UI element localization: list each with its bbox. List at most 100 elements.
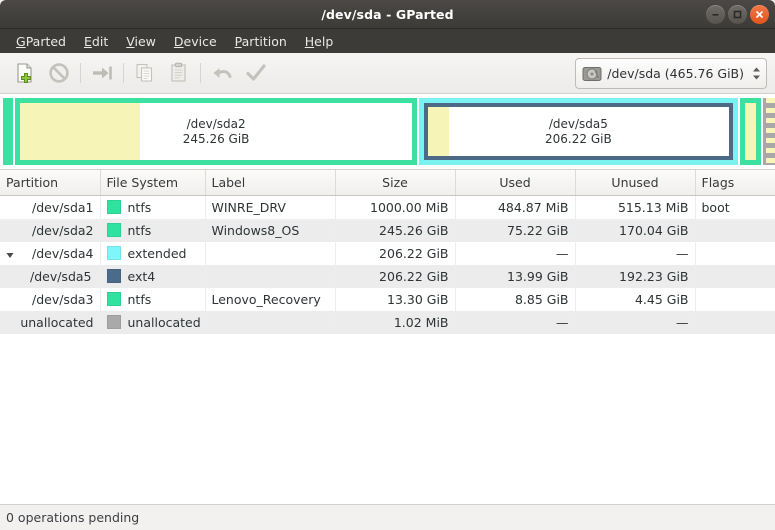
menu-help[interactable]: Help: [296, 31, 343, 52]
maximize-icon: [733, 10, 742, 18]
graphic-partition-sda2-inner: /dev/sda2 245.26 GiB: [20, 103, 413, 160]
row-label: [205, 310, 336, 334]
menu-gparted-mnemonic: G: [16, 33, 26, 49]
delete-partition-button[interactable]: [42, 58, 76, 88]
column-header-partition[interactable]: Partition: [0, 170, 101, 196]
spinner-up-icon: [753, 67, 760, 72]
row-size: 245.26 GiB: [335, 218, 456, 242]
menu-view-mnemonic: V: [126, 33, 135, 49]
row-filesystem-cell: unallocated: [100, 310, 206, 334]
new-partition-button[interactable]: [8, 58, 42, 88]
filesystem-color-swatch: [106, 246, 121, 260]
row-label: Lenovo_Recovery: [205, 287, 336, 311]
graphic-partition-sda3[interactable]: [739, 98, 762, 165]
menu-help-mnemonic: H: [304, 33, 315, 49]
paste-icon: [171, 62, 186, 82]
menu-view-label: iew: [134, 33, 156, 49]
row-label: WINRE_DRV: [205, 195, 336, 219]
filesystem-color-swatch: [106, 292, 121, 306]
graphic-partition-sda4-extended[interactable]: /dev/sda5 206.22 GiB: [419, 98, 738, 165]
row-flags: [695, 264, 775, 288]
row-size: 206.22 GiB: [335, 241, 456, 265]
device-spinner[interactable]: [749, 67, 761, 80]
row-size: 206.22 GiB: [335, 264, 456, 288]
graphic-sda2-unused: [140, 103, 413, 160]
apply-button[interactable]: [239, 58, 273, 88]
row-filesystem-cell: ntfs: [100, 195, 206, 219]
column-header-used[interactable]: Used: [455, 170, 576, 196]
row-label: [205, 264, 336, 288]
column-header-size[interactable]: Size: [335, 170, 456, 196]
copy-button[interactable]: [128, 58, 162, 88]
graphic-partition-sda5-inner: /dev/sda5 206.22 GiB: [428, 107, 729, 156]
row-used: 75.22 GiB: [455, 218, 576, 242]
column-header-unused[interactable]: Unused: [575, 170, 696, 196]
window-title: /dev/sda - GParted: [321, 6, 454, 22]
maximize-button[interactable]: [728, 4, 747, 24]
table-row[interactable]: /dev/sda5 ext4 206.22 GiB 13.99 GiB 192.…: [0, 264, 775, 288]
menu-partition[interactable]: Partition: [226, 31, 296, 52]
title-bar[interactable]: /dev/sda - GParted: [0, 0, 775, 29]
row-partition-text: /dev/sda4: [31, 245, 94, 261]
table-row[interactable]: /dev/sda2 ntfs Windows8_OS 245.26 GiB 75…: [0, 218, 775, 242]
status-bar: 0 operations pending: [0, 505, 775, 530]
filesystem-color-swatch: [106, 315, 121, 329]
table-row[interactable]: /dev/sda1 ntfs WINRE_DRV 1000.00 MiB 484…: [0, 195, 775, 219]
window-controls: [706, 0, 769, 28]
filesystem-color-swatch: [106, 200, 121, 214]
partition-table-header-row: Partition File System Label Size Used Un…: [0, 170, 775, 196]
menu-help-label: elp: [314, 33, 334, 49]
partition-table-body: /dev/sda1 ntfs WINRE_DRV 1000.00 MiB 484…: [0, 195, 775, 334]
row-filesystem-name: ntfs: [127, 222, 152, 238]
device-selector-label: /dev/sda (465.76 GiB): [607, 66, 744, 81]
close-button[interactable]: [750, 4, 769, 24]
graphic-partition-sda1[interactable]: [3, 98, 13, 165]
resize-move-button[interactable]: [85, 58, 119, 88]
row-partition-name: /dev/sda4: [0, 241, 101, 265]
row-flags: [695, 287, 775, 311]
graphic-partition-unallocated[interactable]: [763, 98, 775, 165]
column-header-filesystem[interactable]: File System: [100, 170, 206, 196]
filesystem-color-swatch: [106, 223, 121, 237]
column-header-flags[interactable]: Flags: [695, 170, 775, 196]
minimize-icon: [712, 13, 719, 16]
undo-button[interactable]: [205, 58, 239, 88]
row-size: 1000.00 MiB: [335, 195, 456, 219]
row-partition-name: unallocated: [0, 310, 101, 334]
row-flags: boot: [695, 195, 775, 219]
row-size: 13.30 GiB: [335, 287, 456, 311]
menu-gparted-label: Parted: [25, 33, 66, 49]
row-unused: 515.13 MiB: [575, 195, 696, 219]
apply-icon: [246, 64, 266, 81]
menu-device-label: evice: [183, 33, 217, 49]
row-partition-name: /dev/sda2: [0, 218, 101, 242]
device-selector[interactable]: /dev/sda (465.76 GiB): [575, 58, 767, 89]
menu-bar: GParted Edit View Device Partition Help: [0, 29, 775, 53]
table-row[interactable]: unallocated unallocated 1.02 MiB — —: [0, 310, 775, 334]
row-unused: —: [575, 241, 696, 265]
menu-gparted[interactable]: GParted: [7, 31, 75, 52]
row-used: 484.87 MiB: [455, 195, 576, 219]
table-row[interactable]: /dev/sda3 ntfs Lenovo_Recovery 13.30 GiB…: [0, 287, 775, 311]
menu-edit[interactable]: Edit: [75, 31, 117, 52]
menu-device[interactable]: Device: [165, 31, 226, 52]
graphic-partition-sda5[interactable]: /dev/sda5 206.22 GiB: [424, 103, 733, 160]
partition-graphic: /dev/sda2 245.26 GiB /dev/sda5 206.22 Gi…: [0, 94, 775, 170]
row-unused: 4.45 GiB: [575, 287, 696, 311]
row-filesystem-name: ntfs: [127, 291, 152, 307]
close-icon: [756, 10, 763, 18]
table-empty-area: [0, 333, 775, 504]
table-row[interactable]: /dev/sda4 extended 206.22 GiB — —: [0, 241, 775, 265]
row-unused: 192.23 GiB: [575, 264, 696, 288]
row-filesystem-name: extended: [127, 245, 187, 261]
toolbar-separator-1: [80, 63, 81, 83]
row-size: 1.02 MiB: [335, 310, 456, 334]
column-header-label[interactable]: Label: [205, 170, 336, 196]
minimize-button[interactable]: [706, 4, 725, 24]
menu-view[interactable]: View: [117, 31, 165, 52]
row-partition-name: /dev/sda3: [0, 287, 101, 311]
graphic-partition-sda2[interactable]: /dev/sda2 245.26 GiB: [15, 98, 418, 165]
expander-triangle-icon[interactable]: [5, 248, 15, 258]
new-partition-icon: [17, 63, 32, 83]
paste-button[interactable]: [162, 58, 196, 88]
